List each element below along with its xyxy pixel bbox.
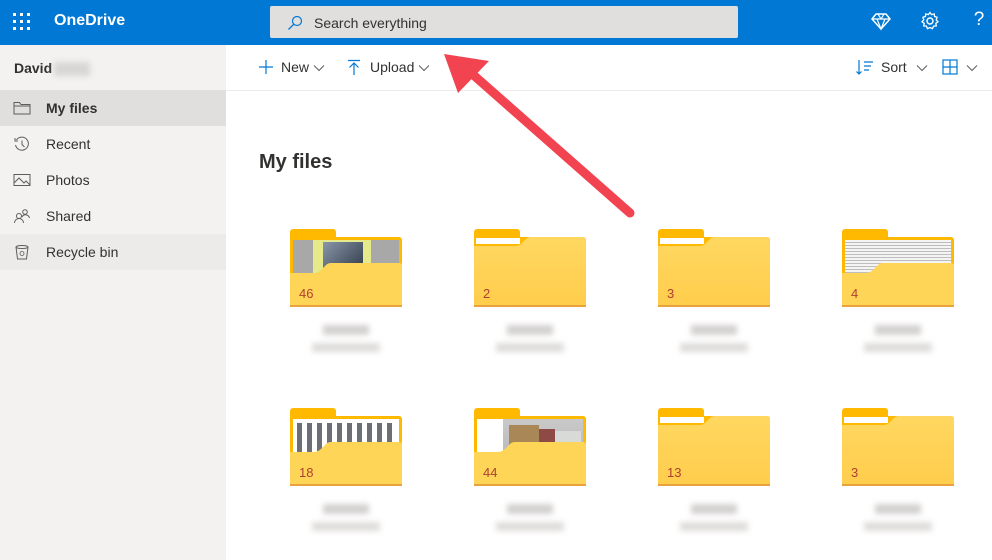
folder-name-redacted[interactable] <box>691 504 737 514</box>
folder-item-count: 3 <box>851 465 859 480</box>
sidebar-item-label: Recent <box>46 136 91 152</box>
folder-icon <box>474 229 586 307</box>
folder-tile[interactable]: 13 <box>658 408 770 538</box>
folder-date-redacted <box>680 343 748 352</box>
folder-icon <box>842 229 954 307</box>
sidebar-item-label: Photos <box>46 172 90 188</box>
sidebar-item-shared[interactable]: Shared <box>0 198 226 234</box>
sidebar: David My files Recent Photos Shared Recy… <box>0 45 226 560</box>
new-button[interactable]: New <box>258 59 325 77</box>
folder-item-count: 46 <box>299 286 314 301</box>
page-title: My files <box>259 151 333 173</box>
folder-item-count: 2 <box>483 286 491 301</box>
help-icon[interactable]: ? <box>968 9 990 31</box>
folder-date-redacted <box>496 522 564 531</box>
folder-name-redacted[interactable] <box>875 504 921 514</box>
people-icon <box>14 209 30 224</box>
folder-name-redacted[interactable] <box>507 504 553 514</box>
folder-item-count: 13 <box>667 465 682 480</box>
recycle-bin-icon <box>15 245 29 260</box>
folder-tile[interactable]: 3 <box>842 408 954 538</box>
folder-name-redacted[interactable] <box>323 325 369 335</box>
sort-label: Sort <box>881 59 907 75</box>
folder-icon <box>658 229 770 307</box>
settings-gear-icon[interactable] <box>920 11 942 33</box>
folder-tile[interactable]: 18 <box>290 408 402 538</box>
folder-tile[interactable]: 4 <box>842 229 954 359</box>
folder-tile[interactable]: 46 <box>290 229 402 359</box>
search-icon <box>288 15 303 30</box>
folder-tile[interactable]: 44 <box>474 408 586 538</box>
chevron-down-icon <box>966 65 978 72</box>
command-bar: New Upload Sort <box>226 45 992 91</box>
folder-date-redacted <box>496 343 564 352</box>
sidebar-item-label: Shared <box>46 208 92 224</box>
sort-icon <box>856 60 873 75</box>
folder-item-count: 18 <box>299 465 314 480</box>
folder-tile[interactable]: 3 <box>658 229 770 359</box>
sort-button[interactable]: Sort <box>856 59 928 77</box>
sidebar-item-my-files[interactable]: My files <box>0 90 226 126</box>
folder-name-redacted[interactable] <box>691 325 737 335</box>
user-last-name-redacted <box>54 62 91 77</box>
upload-label: Upload <box>370 59 415 75</box>
new-label: New <box>281 59 310 75</box>
user-first-name: David <box>14 60 53 76</box>
search-placeholder: Search everything <box>314 15 427 31</box>
folder-date-redacted <box>864 522 932 531</box>
user-name[interactable]: David <box>14 60 91 77</box>
folder-date-redacted <box>312 522 380 531</box>
history-icon <box>14 136 29 151</box>
app-launcher-icon[interactable] <box>13 13 31 31</box>
folder-tile[interactable]: 2 <box>474 229 586 359</box>
folder-name-redacted[interactable] <box>875 325 921 335</box>
photo-icon <box>13 174 31 186</box>
chevron-down-icon <box>419 65 430 72</box>
folder-date-redacted <box>680 522 748 531</box>
search-box[interactable]: Search everything <box>270 6 738 38</box>
sidebar-item-label: My files <box>46 100 98 116</box>
folder-name-redacted[interactable] <box>323 504 369 514</box>
chevron-down-icon <box>916 65 928 72</box>
folder-item-count: 3 <box>667 286 675 301</box>
upload-arrow-icon <box>348 59 360 75</box>
sidebar-item-recent[interactable]: Recent <box>0 126 226 162</box>
plus-icon <box>259 60 273 74</box>
folder-icon <box>13 102 31 115</box>
upload-button[interactable]: Upload <box>347 59 430 77</box>
sidebar-item-label: Recycle bin <box>46 244 119 260</box>
app-name[interactable]: OneDrive <box>54 12 125 30</box>
view-options-button[interactable] <box>942 59 978 77</box>
folder-item-count: 44 <box>483 465 498 480</box>
folder-date-redacted <box>312 343 380 352</box>
grid-view-icon <box>942 59 958 75</box>
folder-item-count: 4 <box>851 286 859 301</box>
sidebar-item-photos[interactable]: Photos <box>0 162 226 198</box>
folder-icon <box>842 408 954 486</box>
premium-diamond-icon[interactable] <box>871 11 893 33</box>
sidebar-item-recycle-bin[interactable]: Recycle bin <box>0 234 226 270</box>
top-bar: OneDrive Search everything ? <box>0 0 992 45</box>
folder-date-redacted <box>864 343 932 352</box>
chevron-down-icon <box>313 65 325 72</box>
folder-name-redacted[interactable] <box>507 325 553 335</box>
